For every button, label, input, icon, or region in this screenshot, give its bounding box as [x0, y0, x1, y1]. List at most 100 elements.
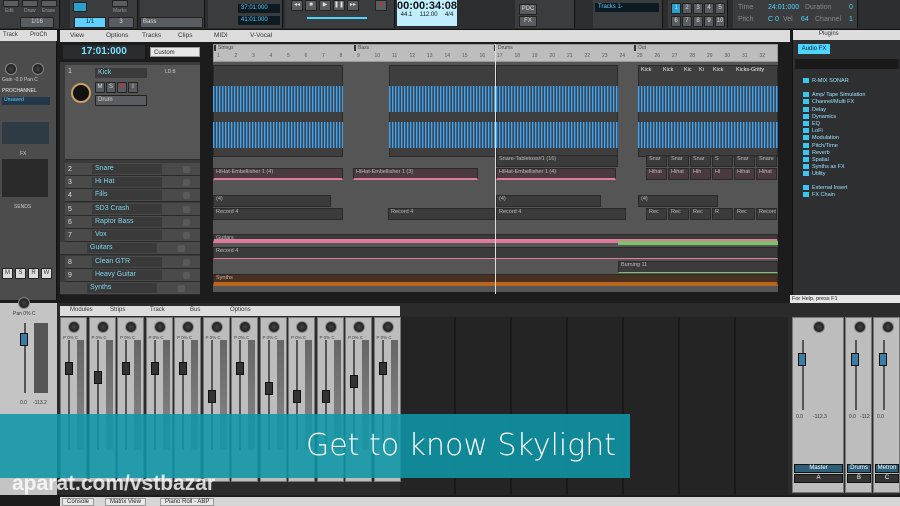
screenset-button-10[interactable]: 10: [715, 16, 725, 27]
track-header-heavy-guitar[interactable]: 9 Heavy Guitar: [65, 269, 200, 282]
snare-clip[interactable]: Snar: [690, 155, 711, 167]
menu-options[interactable]: Options: [106, 32, 128, 39]
inspector-m-button[interactable]: M: [2, 268, 13, 279]
snap-toggle[interactable]: [73, 2, 87, 12]
plugin-folder-pitch-time[interactable]: Pitch/Time: [803, 143, 838, 149]
rewind-button[interactable]: ◂◂: [291, 0, 303, 11]
volume-fader[interactable]: [207, 389, 216, 403]
console-menu-strips[interactable]: Strips: [110, 307, 125, 313]
volume-fader[interactable]: [65, 362, 73, 375]
pan-knob[interactable]: [381, 321, 394, 333]
track-header-guitars[interactable]: Guitars: [60, 242, 200, 255]
bass-clip[interactable]: Rec: [646, 208, 667, 220]
volume-fader[interactable]: [293, 389, 301, 403]
pan-knob[interactable]: [353, 321, 365, 333]
tab-console[interactable]: Console: [62, 498, 95, 506]
loop-end[interactable]: 41:01:000: [238, 16, 280, 25]
event-channel[interactable]: 1: [849, 16, 853, 23]
event-duration[interactable]: 0: [849, 4, 853, 11]
crash-clip[interactable]: (4): [213, 195, 331, 207]
snap-count[interactable]: 3: [108, 17, 134, 28]
track-header-fills[interactable]: 4 Fills: [65, 189, 200, 202]
volume-fader[interactable]: [879, 353, 887, 366]
pan-knob[interactable]: [32, 63, 44, 75]
plugin-folder-dynamics[interactable]: Dynamics: [803, 114, 836, 120]
track-name[interactable]: Vox: [92, 230, 162, 240]
menu-tracks[interactable]: Tracks: [142, 32, 161, 39]
plugin-folder-amp-tape-simulation[interactable]: Amp/ Tape Simulation: [803, 92, 865, 98]
bus-name[interactable]: Metron: [875, 464, 899, 473]
snare-clip[interactable]: Snar: [734, 155, 755, 167]
now-time-display[interactable]: 17:01:000: [63, 45, 145, 59]
pan-knob[interactable]: [18, 297, 30, 309]
track-name[interactable]: Synths: [87, 283, 157, 293]
tab-track[interactable]: Track: [3, 32, 18, 38]
tab-piano-roll-abp[interactable]: Piano Roll - ABP: [160, 498, 215, 506]
tempo-value[interactable]: 112.00: [420, 12, 438, 18]
tab-matrix-view[interactable]: Matrix View: [105, 498, 146, 506]
pan-knob[interactable]: [881, 321, 894, 333]
track-header-hi-hat[interactable]: 3 Hi Hat: [65, 176, 200, 189]
heavy-guitar-clip[interactable]: Burning 11: [618, 261, 778, 273]
pan-knob[interactable]: [267, 321, 280, 333]
volume-fader[interactable]: [236, 362, 244, 375]
bass-clip[interactable]: Record 4: [213, 208, 343, 220]
hihat-clip[interactable]: HiHat-Embellisher 1 (4): [213, 168, 343, 180]
track-name[interactable]: SD3 Crash: [92, 204, 162, 214]
pan-knob[interactable]: [853, 321, 866, 333]
console-menu-bus[interactable]: Bus: [190, 307, 200, 313]
hihat-clip[interactable]: Hihat: [646, 168, 667, 180]
stop-button[interactable]: ■: [305, 0, 317, 11]
screenset-button-5[interactable]: 5: [715, 3, 725, 14]
loop-start[interactable]: 37:01:000: [238, 4, 280, 13]
screenset-button-1[interactable]: 1: [671, 3, 681, 14]
track-name[interactable]: Raptor Bass: [92, 217, 162, 227]
crash-clip[interactable]: (4): [496, 195, 601, 207]
fx-button[interactable]: FX: [519, 16, 537, 27]
track-name[interactable]: Kick: [95, 68, 147, 78]
track-header-sd3-crash[interactable]: 5 SD3 Crash: [65, 203, 200, 216]
pan-knob[interactable]: [96, 321, 109, 333]
hihat-clip[interactable]: Hih: [690, 168, 711, 180]
meter-value[interactable]: 4/4: [445, 12, 453, 18]
pan-knob[interactable]: [813, 321, 825, 333]
browser-search[interactable]: [795, 59, 899, 69]
pan-knob[interactable]: [125, 321, 137, 333]
volume-fader[interactable]: [321, 389, 330, 403]
snap-button[interactable]: 1/16: [20, 17, 54, 28]
bass-clip[interactable]: Rec: [668, 208, 689, 220]
hihat-clip[interactable]: Hihat: [668, 168, 689, 180]
volume-fader[interactable]: [264, 381, 273, 395]
track-r-button[interactable]: R: [117, 82, 127, 93]
pan-knob[interactable]: [239, 321, 251, 333]
marker-drums[interactable]: Drums: [494, 45, 513, 51]
plugin-folder-spatial[interactable]: Spatial: [803, 157, 829, 163]
input-select[interactable]: Drum: [95, 95, 147, 106]
bus-name[interactable]: Master: [794, 464, 843, 473]
pan-knob[interactable]: [210, 321, 223, 333]
draw-tool-button[interactable]: [22, 0, 38, 7]
hihat-clip[interactable]: HiHat-Embellisher 1 (4): [496, 168, 616, 180]
menu-clips[interactable]: Clips: [178, 32, 192, 39]
screenset-button-9[interactable]: 9: [704, 16, 714, 27]
snare-clip[interactable]: S: [712, 155, 733, 167]
marker-bass[interactable]: Bass: [354, 45, 369, 51]
plugin-folder-r-mix-sonar[interactable]: R-MIX SONAR: [803, 78, 849, 84]
edit-tool-button[interactable]: [3, 0, 19, 7]
now-time-cursor[interactable]: [495, 44, 496, 294]
hihat-clip[interactable]: Hihat: [734, 168, 755, 180]
hihat-clip[interactable]: Hi: [712, 168, 733, 180]
plugin-folder-eq[interactable]: EQ: [803, 121, 820, 127]
pause-button[interactable]: ❚❚: [333, 0, 345, 11]
snap-value[interactable]: 1/1: [74, 17, 106, 28]
volume-fader[interactable]: [798, 353, 806, 366]
pan-knob[interactable]: [68, 321, 80, 333]
track-s-button[interactable]: S: [106, 82, 116, 93]
pan-knob[interactable]: [324, 321, 337, 333]
console-menu-track[interactable]: Track: [150, 307, 165, 313]
erase-tool-button[interactable]: [41, 0, 57, 7]
marks-button[interactable]: [112, 0, 128, 7]
plugin-folder-lofi[interactable]: LoFi: [803, 128, 823, 134]
track-name[interactable]: Heavy Guitar: [92, 270, 162, 280]
plugin-folder-reverb[interactable]: Reverb: [803, 150, 830, 156]
